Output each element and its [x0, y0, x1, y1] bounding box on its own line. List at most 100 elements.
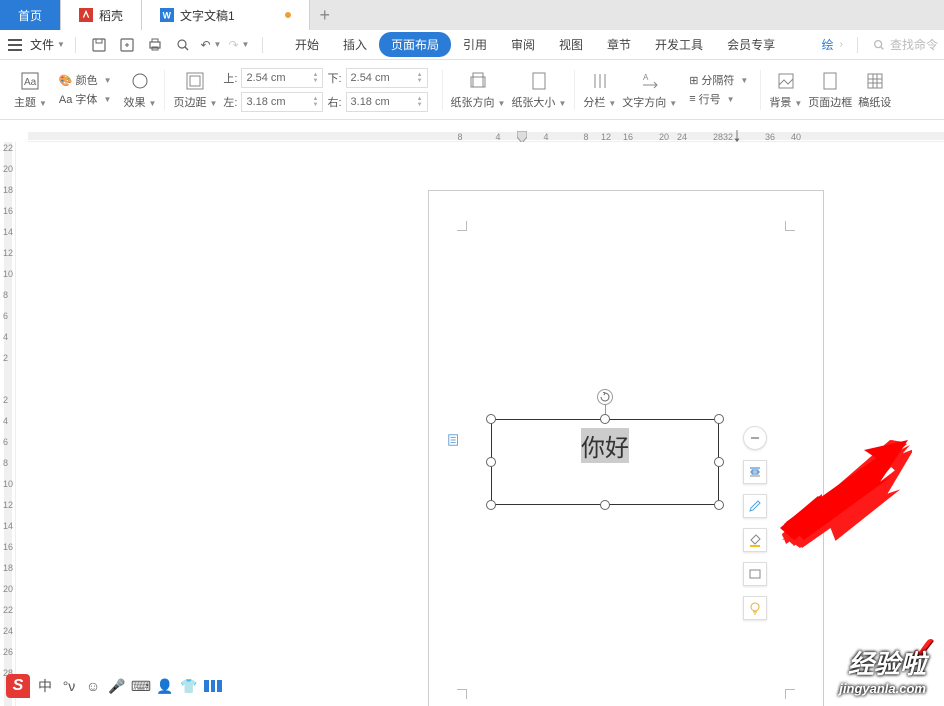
- spinner-icon[interactable]: ▲▼: [313, 72, 319, 84]
- theme-label: 主题: [14, 97, 36, 109]
- draft-paper-button[interactable]: 稿纸设: [858, 70, 891, 110]
- ime-lang-button[interactable]: 中: [36, 677, 54, 695]
- ime-voice-button[interactable]: 🎤: [108, 677, 126, 695]
- rotate-icon: [600, 392, 610, 402]
- spinner-icon[interactable]: ▲▼: [417, 96, 423, 108]
- redo-button[interactable]: ↷▼: [228, 34, 250, 56]
- line-number-icon: ≡: [689, 93, 695, 105]
- columns-button[interactable]: 分栏▼: [583, 70, 616, 110]
- menu-start[interactable]: 开始: [283, 32, 331, 57]
- chevron-right-icon[interactable]: ›: [840, 39, 843, 50]
- text-direction-button[interactable]: A 文字方向▼: [622, 70, 677, 110]
- margin-left-input[interactable]: 3.18 cm▲▼: [241, 92, 323, 112]
- tab-document[interactable]: W 文字文稿1: [142, 0, 310, 30]
- tab-home[interactable]: 首页: [0, 0, 61, 30]
- svg-text:A: A: [643, 73, 649, 82]
- tab-docker[interactable]: 稻壳: [61, 0, 142, 30]
- resize-handle[interactable]: [714, 414, 724, 424]
- layout-icon: [748, 465, 762, 479]
- fill-tool-button[interactable]: [743, 528, 767, 552]
- document-canvas[interactable]: 你好: [28, 142, 944, 706]
- columns-icon: [589, 70, 611, 92]
- command-search[interactable]: 查找命令: [872, 36, 938, 53]
- save-as-button[interactable]: [116, 34, 138, 56]
- layout-tool-button[interactable]: [743, 460, 767, 484]
- margin-right-input[interactable]: 3.18 cm ▲▼: [346, 92, 428, 112]
- line-number-button[interactable]: ≡行号▼: [689, 91, 748, 107]
- margin-bottom-label: 下:: [327, 70, 341, 86]
- resize-handle[interactable]: [714, 500, 724, 510]
- margin-bottom-input[interactable]: 2.54 cm▲▼: [346, 68, 428, 88]
- print-preview-button[interactable]: [172, 34, 194, 56]
- paper-size-icon: [528, 70, 550, 92]
- spinner-icon[interactable]: ▲▼: [313, 96, 319, 108]
- ime-user-button[interactable]: 👤: [156, 677, 174, 695]
- file-menu[interactable]: 文件▼: [30, 36, 65, 53]
- resize-handle[interactable]: [600, 414, 610, 424]
- watermark-title: 经验啦: [839, 644, 926, 681]
- ime-skin-button[interactable]: 👕: [180, 677, 198, 695]
- breaks-icon: ⊞: [689, 74, 698, 87]
- ime-toolbar[interactable]: S 中 °ν ☺ 🎤 ⌨ 👤 👕: [6, 674, 222, 698]
- color-button[interactable]: 🎨颜色▼: [59, 72, 112, 88]
- separator: [262, 37, 263, 53]
- separator: [75, 37, 76, 53]
- docker-icon: [79, 8, 93, 22]
- page-margin-button[interactable]: 页边距▼: [173, 70, 217, 110]
- edit-tool-button[interactable]: [743, 494, 767, 518]
- textbox-text[interactable]: 你好: [581, 428, 629, 463]
- vertical-ruler[interactable]: 2220181614121086422468101214161820222426…: [0, 142, 16, 706]
- print-button[interactable]: [144, 34, 166, 56]
- draft-paper-icon: [864, 70, 886, 92]
- menu-insert[interactable]: 插入: [331, 32, 379, 57]
- margin-top-input[interactable]: 2.54 cm▲▼: [241, 68, 323, 88]
- menu-page-layout[interactable]: 页面布局: [379, 32, 451, 57]
- effect-button[interactable]: 效果▼: [124, 70, 157, 110]
- page-border-button[interactable]: 页面边框: [808, 70, 852, 110]
- resize-handle[interactable]: [486, 457, 496, 467]
- ime-emoji-button[interactable]: ☺: [84, 677, 102, 695]
- sogou-logo-icon[interactable]: S: [6, 674, 30, 698]
- textbox[interactable]: 你好: [491, 419, 719, 505]
- idea-tool-button[interactable]: [743, 596, 767, 620]
- font-button[interactable]: Aa 字体▼: [59, 91, 112, 107]
- draw-label[interactable]: 绘: [822, 36, 834, 53]
- resize-handle[interactable]: [600, 500, 610, 510]
- horizontal-ruler[interactable]: 84481216202428323640: [28, 120, 944, 142]
- hamburger-menu[interactable]: [6, 36, 24, 54]
- theme-button[interactable]: Aa 主题▼: [14, 70, 47, 110]
- menu-review[interactable]: 审阅: [499, 32, 547, 57]
- text-direction-icon: A: [639, 70, 661, 92]
- ime-keyboard-button[interactable]: ⌨: [132, 677, 150, 695]
- menu-chapter[interactable]: 章节: [595, 32, 643, 57]
- margin-right-value: 3.18 cm: [351, 96, 390, 108]
- menu-devtools[interactable]: 开发工具: [643, 32, 715, 57]
- page-margin-label: 页边距: [173, 97, 206, 109]
- menu-member[interactable]: 会员专享: [715, 32, 787, 57]
- textbox-frame[interactable]: 你好: [491, 419, 719, 505]
- undo-button[interactable]: ↶▼: [200, 34, 222, 56]
- page-corner-icon: [785, 689, 795, 699]
- minus-icon: [749, 432, 761, 444]
- shape-tool-button[interactable]: [743, 562, 767, 586]
- paper-size-button[interactable]: 纸张大小▼: [511, 70, 566, 110]
- new-tab-button[interactable]: +: [310, 0, 340, 30]
- chevron-down-icon: ▼: [57, 40, 65, 49]
- bucket-icon: [748, 533, 762, 547]
- resize-handle[interactable]: [486, 414, 496, 424]
- collapse-tool-button[interactable]: [743, 426, 767, 450]
- ime-punct-button[interactable]: °ν: [60, 677, 78, 695]
- save-button[interactable]: [88, 34, 110, 56]
- svg-text:W: W: [163, 11, 172, 21]
- theme-icon: Aa: [19, 70, 41, 92]
- resize-handle[interactable]: [714, 457, 724, 467]
- menu-view[interactable]: 视图: [547, 32, 595, 57]
- rotate-handle[interactable]: [597, 389, 613, 405]
- ime-toolbox-button[interactable]: [204, 677, 222, 695]
- breaks-button[interactable]: ⊞分隔符▼: [689, 72, 748, 88]
- background-button[interactable]: 背景▼: [769, 70, 802, 110]
- resize-handle[interactable]: [486, 500, 496, 510]
- paper-direction-button[interactable]: 纸张方向▼: [451, 70, 506, 110]
- menu-references[interactable]: 引用: [451, 32, 499, 57]
- spinner-icon[interactable]: ▲▼: [417, 72, 423, 84]
